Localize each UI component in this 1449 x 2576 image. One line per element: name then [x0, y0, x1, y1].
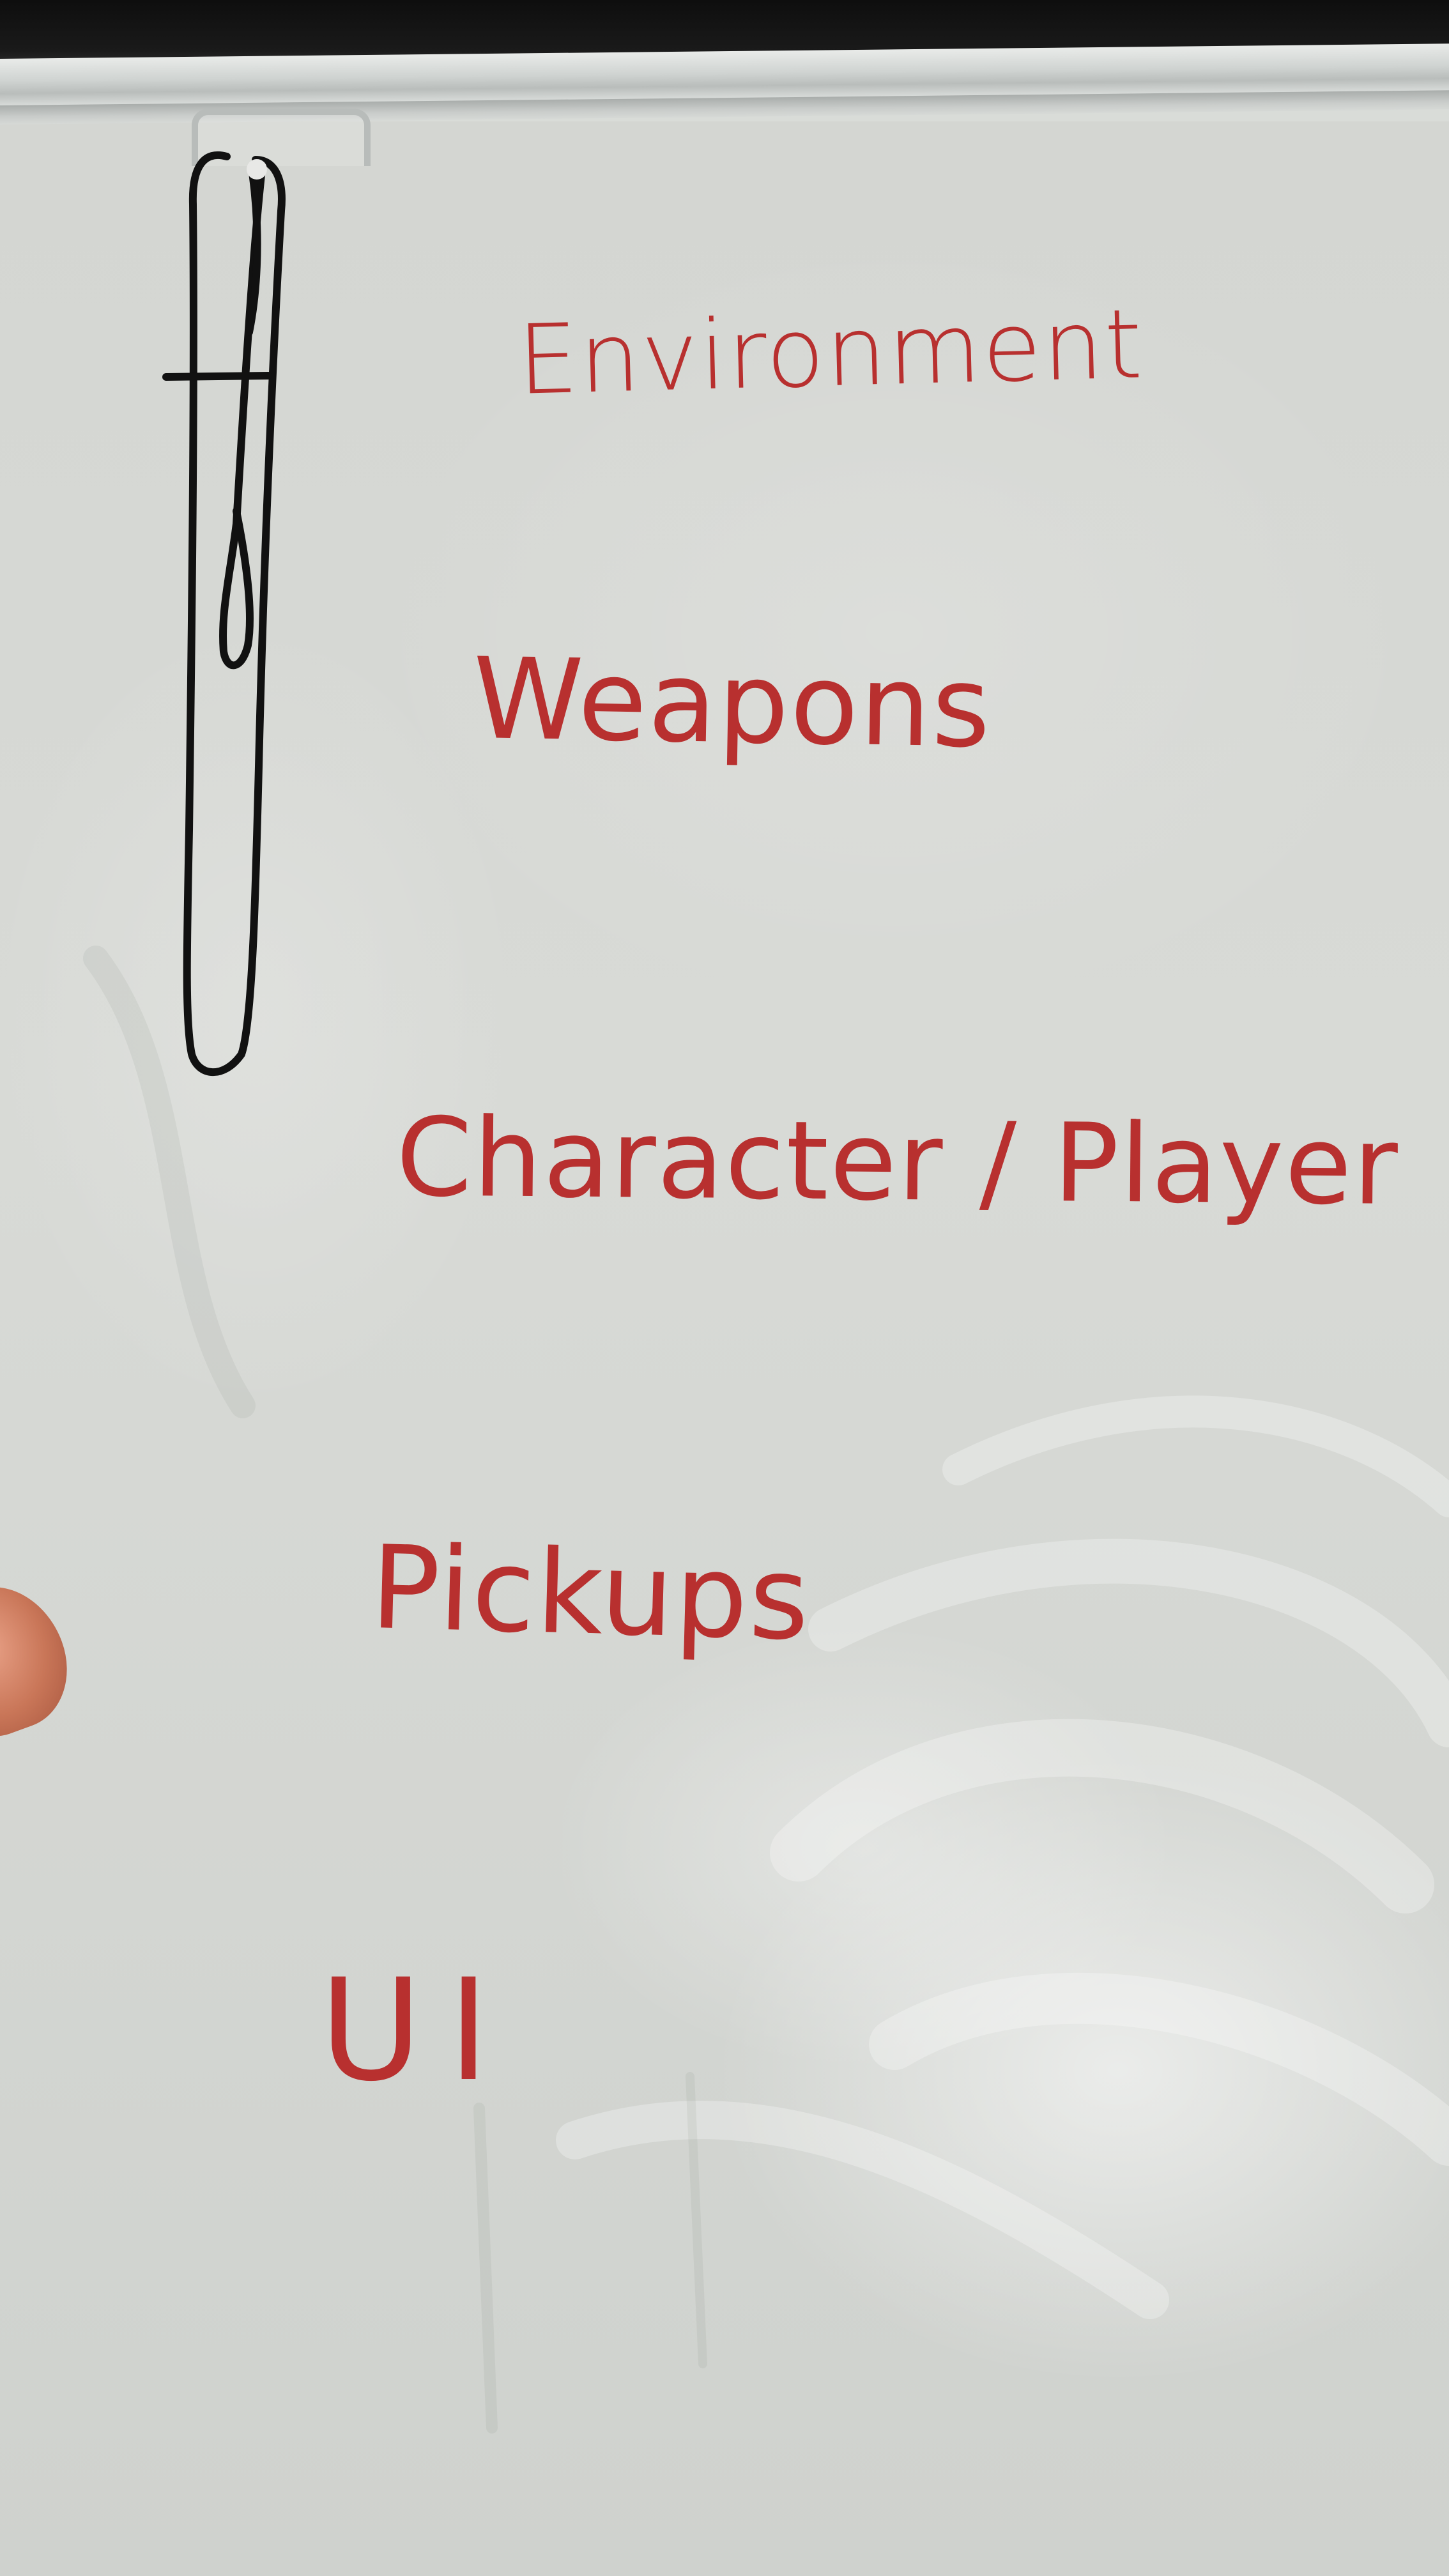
- board-item-ui: UI: [319, 1949, 515, 2112]
- board-item-pickups: Pickups: [369, 1521, 813, 1666]
- whiteboard-photo: Environment Weapons Character / Player P…: [0, 0, 1449, 2576]
- board-item-weapons: Weapons: [471, 634, 993, 774]
- board-item-environment: Environment: [516, 289, 1145, 417]
- board-item-character-player: Character / Player: [395, 1094, 1400, 1230]
